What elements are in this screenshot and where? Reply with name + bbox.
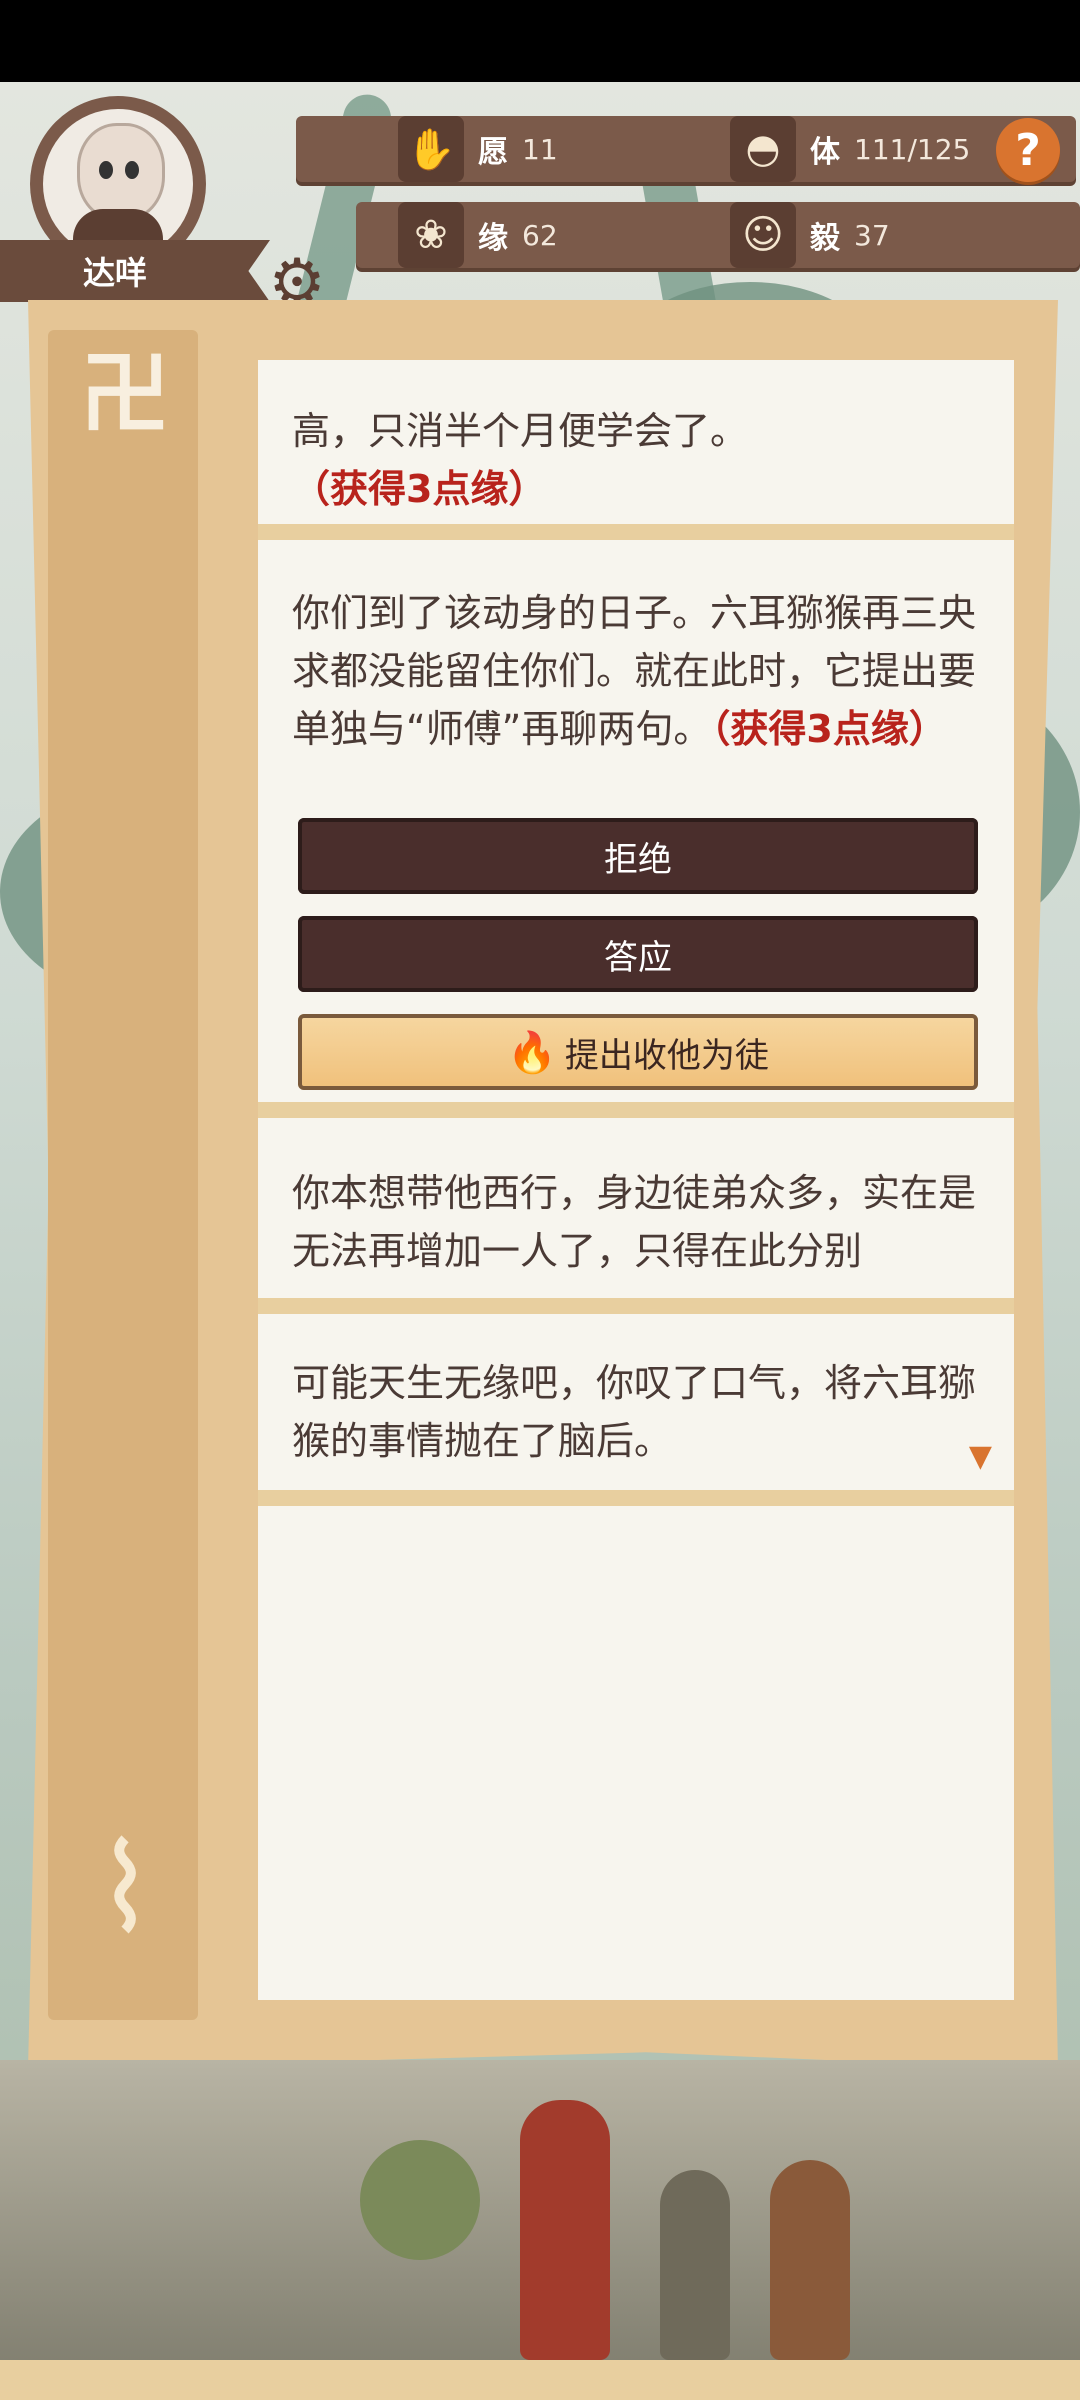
stat-resolve: ☺ 毅 37: [730, 202, 890, 268]
story-text: 高，只消半个月便学会了。: [292, 409, 749, 453]
stat-body: ◓ 体 111/125: [730, 116, 970, 182]
status-bar: [0, 0, 1080, 82]
lotus-icon: ❀: [398, 202, 464, 268]
story-scroll[interactable]: 高，只消半个月便学会了。 （获得3点缘） 你们到了该动身的日子。六耳猕猴再三央求都…: [258, 360, 1014, 2000]
stat-wish-label: 愿: [478, 135, 508, 170]
stat-body-value: 111/125: [854, 132, 971, 166]
monk-figure: [770, 2160, 850, 2360]
tree-figure: [360, 2140, 480, 2260]
stat-wish-value: 11: [522, 132, 558, 166]
take-disciple-button[interactable]: 🔥 提出收他为徒: [298, 1014, 978, 1090]
take-disciple-label: 提出收他为徒: [564, 1035, 769, 1076]
stat-resolve-label: 毅: [810, 221, 840, 256]
stat-fate-label: 缘: [478, 221, 508, 256]
story-text: 可能天生无缘吧，你叹了口气，将六耳猕猴的事情抛在了脑后。: [292, 1361, 977, 1463]
stat-body-label: 体: [810, 135, 840, 170]
stat-resolve-value: 37: [854, 218, 890, 252]
story-card: 可能天生无缘吧，你叹了口气，将六耳猕猴的事情抛在了脑后。 ▼: [258, 1326, 1014, 1506]
stat-fate: ❀ 缘 62: [398, 202, 558, 268]
character-scene: [0, 2060, 1080, 2400]
seal-icon: 卍: [80, 342, 170, 447]
player-name-banner: 达咩: [0, 240, 270, 302]
story-text: 你本想带他西行，身边徒弟众多，实在是无法再增加一人了，只得在此分别: [292, 1171, 977, 1273]
buddha-icon: ☺: [730, 202, 796, 268]
left-rail: [48, 330, 198, 2020]
bottom-ledge: [0, 2360, 1080, 2400]
companion-figure: [660, 2170, 730, 2360]
reward-text: （获得3点缘）: [711, 707, 947, 751]
reward-text: （获得3点缘）: [292, 467, 547, 511]
chevron-down-icon[interactable]: ▼: [969, 1439, 992, 1474]
monkey-king-figure: [520, 2100, 610, 2360]
story-card: 你本想带他西行，身边徒弟众多，实在是无法再增加一人了，只得在此分别: [258, 1136, 1014, 1314]
crack-decoration-icon: ⌇: [95, 1820, 155, 1959]
player-name: 达咩: [82, 254, 147, 292]
bun-icon: ◓: [730, 116, 796, 182]
story-card: 高，只消半个月便学会了。 （获得3点缘）: [258, 360, 1014, 540]
fire-icon: 🔥: [507, 1029, 557, 1076]
story-card-choice: 你们到了该动身的日子。六耳猕猴再三央求都没能留住你们。就在此时，它提出要单独与“…: [258, 554, 1014, 1118]
refuse-button[interactable]: 拒绝: [298, 818, 978, 894]
stat-fate-value: 62: [522, 218, 558, 252]
agree-button[interactable]: 答应: [298, 916, 978, 992]
stat-wish: ✋ 愿 11: [398, 116, 558, 182]
hand-icon: ✋: [398, 116, 464, 182]
help-button[interactable]: ?: [996, 118, 1060, 182]
